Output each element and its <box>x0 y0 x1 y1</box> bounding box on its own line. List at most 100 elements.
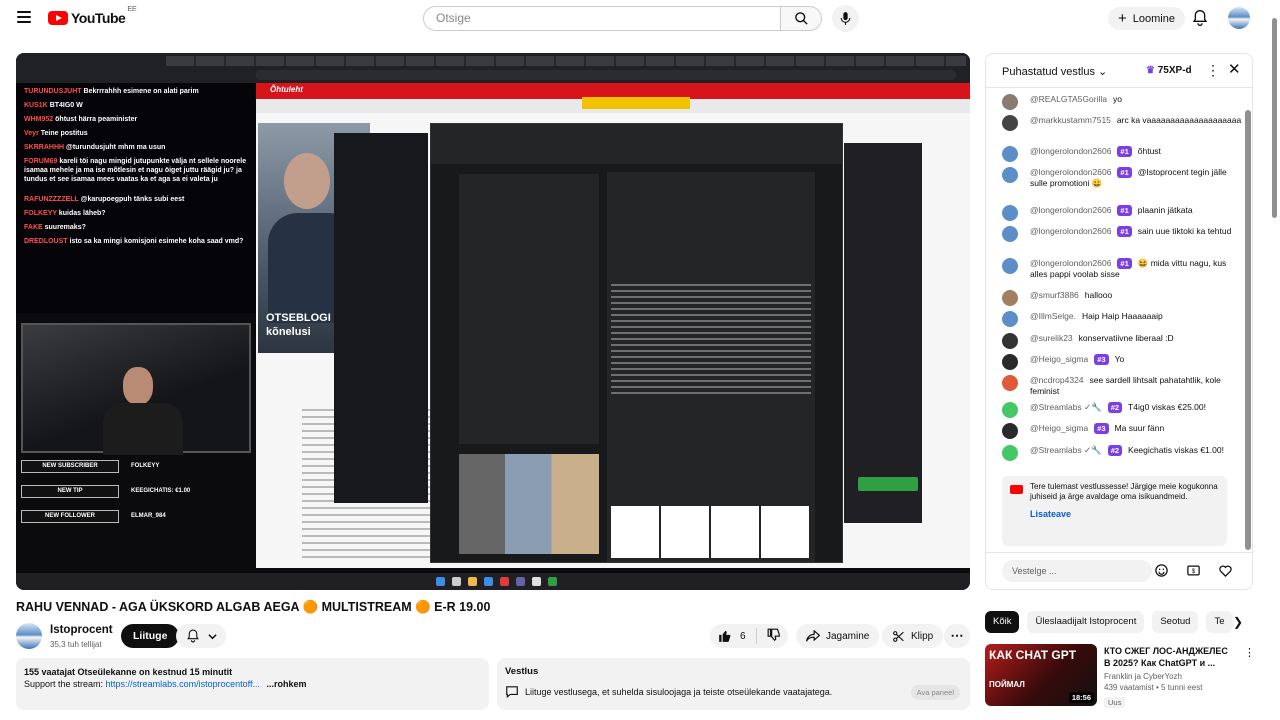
overlay-chat-author: FAKE <box>24 224 43 231</box>
account-avatar[interactable] <box>1228 7 1250 29</box>
open-panel-button[interactable]: Ava paneel <box>910 685 960 700</box>
chat-author-avatar[interactable] <box>1002 115 1018 131</box>
chat-message[interactable]: @longerolondon2606 #1 sain uue tiktoki ka … <box>1002 226 1242 242</box>
chat-author-avatar[interactable] <box>1002 290 1018 306</box>
like-count: 6 <box>740 630 746 642</box>
chat-message[interactable]: @REALGTA5Gorilla yo <box>1002 94 1242 110</box>
like-dislike-group: 6 <box>710 624 788 648</box>
support-link[interactable]: https://streamlabs.com/istoprocentoff... <box>106 679 260 689</box>
chat-bubble-icon <box>506 686 518 698</box>
chat-author-name[interactable]: @longerolondon2606 <box>1030 205 1111 215</box>
chat-author-avatar[interactable] <box>1002 311 1018 327</box>
chat-author-avatar[interactable] <box>1002 375 1018 391</box>
chevron-down-icon: ⌄ <box>1098 66 1108 78</box>
youtube-logo[interactable]: YouTube EE <box>48 6 137 26</box>
show-more[interactable]: ...rohkem <box>266 679 306 689</box>
chat-author-avatar[interactable] <box>1002 94 1018 110</box>
chat-input[interactable]: Vestelge ... <box>1002 560 1152 582</box>
more-actions-button[interactable]: ⋯ <box>944 624 970 648</box>
learn-more-link[interactable]: Lisateave <box>1030 509 1219 519</box>
chat-message[interactable]: @smurf3886 hallooo <box>1002 290 1242 306</box>
chat-author-name[interactable]: @surelik23 <box>1030 333 1073 343</box>
chat-message-text: hallooo <box>1084 290 1113 300</box>
channel-avatar[interactable] <box>16 623 42 649</box>
chat-message[interactable]: @Heigo_sigma #3 Yo <box>1002 354 1242 370</box>
chat-author-avatar[interactable] <box>1002 146 1018 162</box>
chat-author-avatar[interactable] <box>1002 445 1018 461</box>
chat-more-icon[interactable]: ⋮ <box>1206 62 1220 79</box>
chat-message[interactable]: @IllmSelge. Haip Haip Haaaaaaip <box>1002 311 1242 327</box>
chat-author-avatar[interactable] <box>1002 226 1018 242</box>
clip-button[interactable]: Klipp <box>882 624 944 648</box>
chat-author-name[interactable]: @Streamlabs ✓🔧 <box>1030 445 1102 455</box>
dislike-button[interactable] <box>767 628 781 645</box>
chat-message[interactable]: @markkustamm7515 arc ka vaaaaaaaaaaaaaaaa… <box>1002 115 1242 131</box>
recommended-video-title[interactable]: КТО СЖЕГ ЛОС-АНДЖЕЛЕС В 2025? Как ChatGP… <box>1104 645 1234 669</box>
heart-icon[interactable] <box>1218 563 1233 578</box>
chat-author-name[interactable]: @longerolondon2606 <box>1030 146 1111 156</box>
chat-message[interactable]: @longerolondon2606 #1 @Istoprocent tegin j… <box>1002 167 1242 189</box>
channel-name[interactable]: Istoprocent <box>50 624 113 636</box>
share-button[interactable]: Jagamine <box>796 624 880 648</box>
chat-author-name[interactable]: @markkustamm7515 <box>1030 115 1111 125</box>
chat-author-name[interactable]: @longerolondon2606 <box>1030 226 1111 236</box>
notifications-toggle[interactable] <box>176 624 226 648</box>
chat-message[interactable]: @ncdrop4324 see sardell lihtsalt pahataht… <box>1002 375 1242 397</box>
notifications-button[interactable] <box>1192 9 1208 32</box>
recommended-video-info[interactable]: КТО СЖЕГ ЛОС-АНДЖЕЛЕС В 2025? Как ChatGP… <box>1104 645 1234 710</box>
chat-author-name[interactable]: @Heigo_sigma <box>1030 423 1088 433</box>
xp-counter[interactable]: ♛ 75XP-d <box>1146 65 1192 76</box>
search-input[interactable]: Otsige <box>423 6 781 31</box>
create-button[interactable]: + Loomine <box>1108 7 1185 30</box>
recommended-video-thumbnail[interactable]: КАК CHAT GPT ПОЙМАЛ 18:56 <box>985 644 1097 706</box>
youtube-play-icon <box>48 11 68 25</box>
chat-author-avatar[interactable] <box>1002 167 1018 183</box>
chat-scrollbar[interactable] <box>1245 90 1251 550</box>
chat-author-avatar[interactable] <box>1002 423 1018 439</box>
chat-author-avatar[interactable] <box>1002 205 1018 221</box>
chat-author-name[interactable]: @smurf3886 <box>1030 290 1079 300</box>
emoji-icon[interactable] <box>1154 563 1169 578</box>
chat-author-name[interactable]: @Streamlabs ✓🔧 <box>1030 402 1102 412</box>
chat-input-bar: Vestelge ... $ <box>986 552 1252 589</box>
super-chat-icon[interactable]: $ <box>1186 563 1201 578</box>
overlay-chat-author: SKRRAHHH <box>24 144 65 151</box>
overlay-chat-line: KUS1K BT4IG0 W <box>24 101 249 110</box>
video-player[interactable]: Õhtuleht OTSEBLOGI | ... kõnelusi TURUND… <box>16 53 970 590</box>
chat-message[interactable]: @longerolondon2606 #1 😆 mida vittu nagu, k… <box>1002 258 1242 280</box>
chat-author-name[interactable]: @IllmSelge. <box>1030 311 1076 321</box>
chat-author-avatar[interactable] <box>1002 333 1018 349</box>
join-button[interactable]: Liituge <box>121 624 180 648</box>
chat-message[interactable]: @Heigo_sigma #3 Ma suur fänn <box>1002 423 1242 439</box>
chat-mode-selector[interactable]: Puhastatud vestlus ⌄ <box>1002 65 1107 78</box>
chat-message[interactable]: @longerolondon2606 #1 õhtust <box>1002 146 1242 162</box>
chat-message[interactable]: @Streamlabs ✓🔧 #2 Keegichatis viskas €1.00… <box>1002 445 1242 461</box>
like-button[interactable]: 6 <box>710 629 746 643</box>
chat-author-avatar[interactable] <box>1002 354 1018 370</box>
filter-chip[interactable]: Kõik <box>985 611 1020 633</box>
voice-search-button[interactable] <box>832 5 859 32</box>
close-chat-icon[interactable]: ✕ <box>1228 60 1241 78</box>
clip-label: Klipp <box>911 630 934 642</box>
filter-chip[interactable]: Üleslaadijalt Istoprocent <box>1027 611 1145 633</box>
chat-author-avatar[interactable] <box>1002 258 1018 274</box>
description-box[interactable]: 155 vaatajat Otseülekanne on kestnud 15 … <box>16 658 489 710</box>
chat-author-name[interactable]: @ncdrop4324 <box>1030 375 1084 385</box>
chat-author-avatar[interactable] <box>1002 402 1018 418</box>
filter-chip[interactable]: Seotud <box>1152 611 1199 633</box>
chat-message[interactable]: @longerolondon2606 #1 plaanin jätkata <box>1002 205 1242 221</box>
chat-author-name[interactable]: @longerolondon2606 <box>1030 167 1111 177</box>
chat-author-name[interactable]: @longerolondon2606 <box>1030 258 1111 268</box>
filter-chip[interactable]: Te <box>1206 611 1233 633</box>
menu-icon[interactable] <box>17 11 31 23</box>
chat-message[interactable]: @Streamlabs ✓🔧 #2 T4ig0 viskas €25.00! <box>1002 402 1242 418</box>
chat-message[interactable]: @surelik23 konservatiivne liberaal :D <box>1002 333 1242 349</box>
recommended-video-channel[interactable]: Franklin ja CyberYozh <box>1104 672 1234 681</box>
search-button[interactable] <box>780 6 822 31</box>
chat-author-name[interactable]: @REALGTA5Gorilla <box>1030 94 1107 104</box>
chevron-right-icon[interactable]: ❯ <box>1233 615 1243 629</box>
chat-author-name[interactable]: @Heigo_sigma <box>1030 354 1088 364</box>
page-scrollbar[interactable] <box>1272 18 1277 218</box>
chat-info-card[interactable]: Vestlus Liituge vestlusega, et suhelda s… <box>497 658 970 710</box>
video-more-icon[interactable]: ⋮ <box>1244 646 1255 659</box>
